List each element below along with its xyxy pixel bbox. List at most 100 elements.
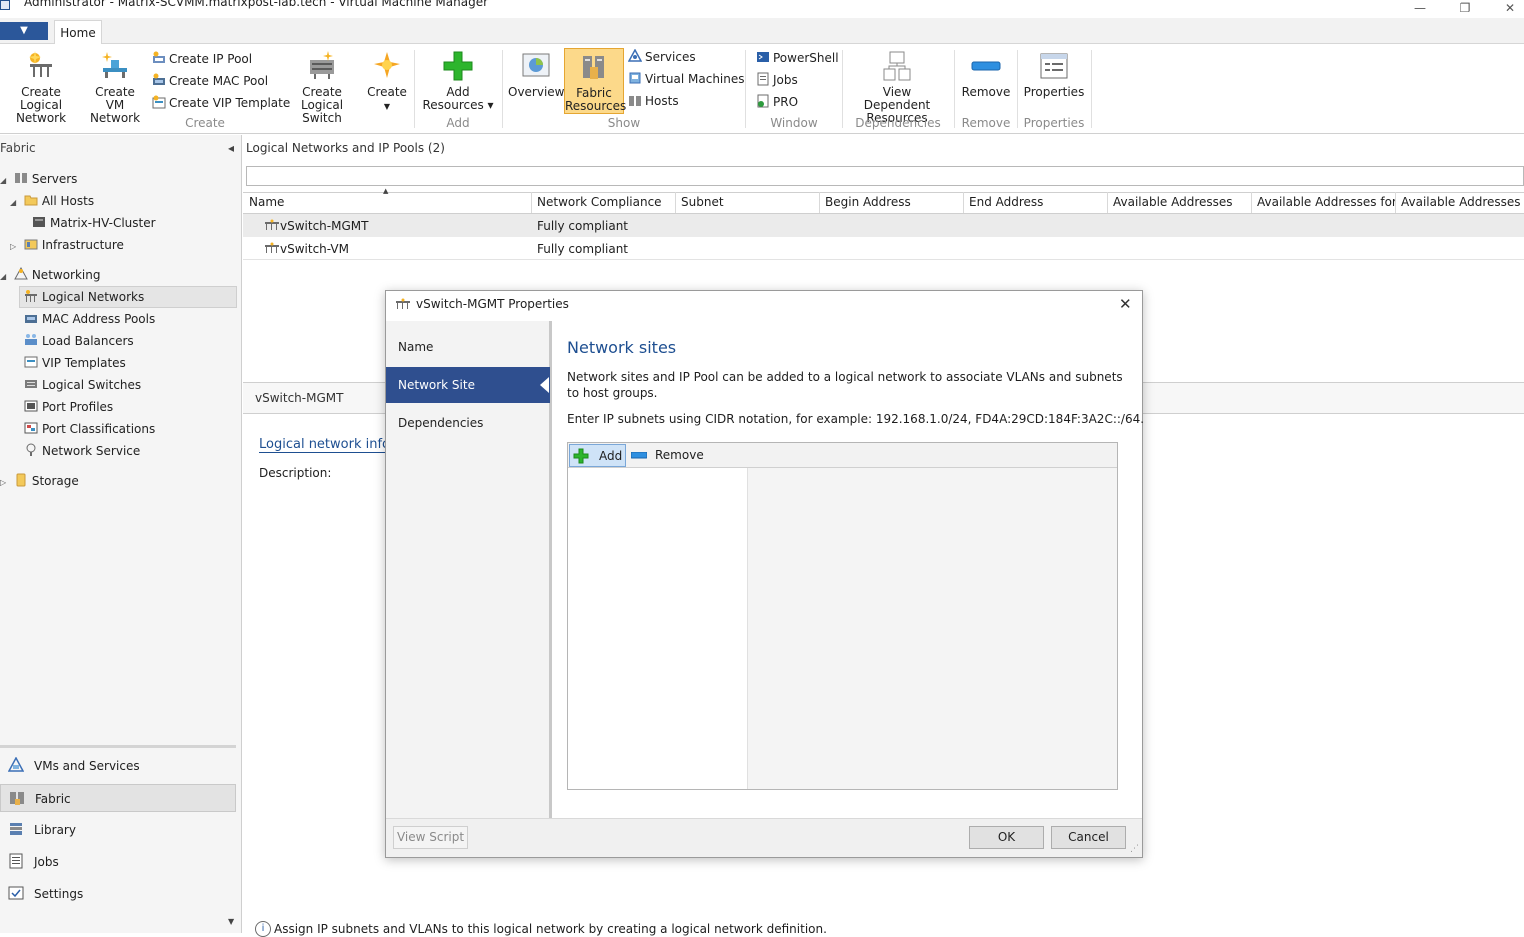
hosts-icon [629, 96, 641, 106]
dependencies-icon [883, 51, 911, 81]
show-services-button[interactable]: Services [628, 47, 696, 67]
fabric-resources-icon [583, 56, 604, 79]
remove-site-button[interactable]: Remove [628, 444, 708, 467]
tab-home[interactable]: Home [54, 20, 102, 45]
cancel-button[interactable]: Cancel [1051, 826, 1126, 849]
column-header-available-addresses-for[interactable]: Available Addresses for... [1252, 192, 1396, 213]
add-site-button[interactable]: Add [569, 444, 626, 467]
column-header-subnet[interactable]: Subnet [676, 192, 820, 213]
column-header-begin-address[interactable]: Begin Address [820, 192, 964, 213]
create-logical-switch-button[interactable]: Create Logical Switch [282, 50, 362, 125]
restore-button[interactable]: ❐ [1457, 1, 1473, 15]
vip-template-icon [24, 356, 38, 368]
ok-button[interactable]: OK [969, 826, 1044, 849]
create-mac-pool-label: Create MAC Pool [169, 74, 269, 88]
nav-jobs[interactable]: Jobs [0, 848, 236, 876]
tree-storage[interactable]: ▷ Storage [0, 470, 79, 492]
tree-networking[interactable]: ◢ Networking [0, 264, 101, 286]
column-header-available-addresses-for-2[interactable]: Available Addresses for [1396, 192, 1524, 213]
add-resources-button[interactable]: Add Resources ▾ [420, 50, 496, 112]
fabric-resources-label: Fabric Resources [565, 86, 627, 113]
tree-port-profiles-label: Port Profiles [42, 400, 114, 414]
tree-mac-pools[interactable]: MAC Address Pools [24, 308, 155, 330]
file-menu-button[interactable]: ▼ [0, 22, 48, 40]
tree-port-profiles[interactable]: Port Profiles [24, 396, 113, 418]
create-vip-template-button[interactable]: Create VIP Template [152, 93, 290, 113]
overview-button[interactable]: Overview [508, 50, 565, 99]
create-dropdown-button[interactable]: Create ▼ [364, 50, 410, 113]
tree-load-balancers[interactable]: Load Balancers [24, 330, 134, 352]
view-script-button[interactable]: View Script [393, 826, 468, 849]
section-heading: Network sites [567, 338, 677, 357]
virtual-machines-icon [629, 72, 641, 84]
tree-network-service[interactable]: Network Service [24, 440, 140, 462]
dialog-nav-name[interactable]: Name [386, 329, 552, 365]
column-header-name[interactable]: Name [244, 192, 532, 213]
ribbon-separator [745, 50, 746, 128]
show-hosts-button[interactable]: Hosts [628, 91, 679, 111]
pro-button[interactable]: PRO [756, 92, 798, 112]
tree-servers[interactable]: ◢ Servers [0, 168, 77, 190]
add-plus-icon [573, 448, 589, 464]
jobs-icon [9, 853, 23, 869]
create-ip-pool-button[interactable]: Create IP Pool [152, 49, 252, 69]
collapse-pane-button[interactable]: ◂ [228, 141, 234, 155]
create-logical-network-button[interactable]: Create Logical Network [2, 50, 80, 125]
nav-library[interactable]: Library [0, 816, 236, 844]
add-site-label: Add [599, 449, 623, 463]
tree-all-hosts[interactable]: ◢ All Hosts [10, 190, 94, 212]
tree-logical-switches[interactable]: Logical Switches [24, 374, 141, 396]
tree-cluster[interactable]: Matrix-HV-Cluster [32, 212, 156, 234]
dialog-nav-network-site[interactable]: Network Site [386, 367, 550, 403]
tree-logical-networks[interactable]: Logical Networks [24, 286, 144, 308]
dialog-title: vSwitch-MGMT Properties [416, 297, 569, 311]
tree-vip-templates[interactable]: VIP Templates [24, 352, 126, 374]
create-vm-network-button[interactable]: Create VM Network [84, 50, 146, 125]
logical-network-icon [29, 51, 52, 77]
tree-load-balancers-label: Load Balancers [42, 334, 134, 348]
show-virtual-machines-button[interactable]: Virtual Machines [628, 69, 745, 89]
pane-splitter[interactable] [0, 745, 236, 748]
folder-icon [24, 195, 38, 206]
minimize-button[interactable]: — [1412, 1, 1428, 15]
view-dependent-resources-button[interactable]: View Dependent Resources [848, 50, 946, 125]
jobs-button[interactable]: Jobs [756, 70, 798, 90]
logical-switch-icon [310, 51, 334, 79]
hosts-label: Hosts [645, 94, 679, 108]
resize-grip-icon[interactable]: ⋰ [1130, 844, 1139, 854]
overview-label: Overview [508, 85, 565, 99]
title-bar: Administrator - Matrix-SCVMM.matrixpost-… [0, 0, 1524, 18]
nav-vms-and-services[interactable]: VMs and Services [0, 752, 236, 780]
nav-settings[interactable]: Settings [0, 880, 236, 908]
close-window-button[interactable]: ✕ [1502, 1, 1518, 15]
tree-infrastructure[interactable]: ▷ Infrastructure [10, 234, 124, 256]
nav-fabric[interactable]: Fabric [0, 784, 236, 812]
dialog-close-button[interactable]: ✕ [1119, 295, 1132, 313]
ribbon-separator [842, 50, 843, 128]
powershell-button[interactable]: PowerShell [756, 48, 839, 68]
sites-list[interactable] [568, 468, 748, 789]
network-service-icon [26, 443, 36, 456]
section-description: Network sites and IP Pool can be added t… [567, 370, 1123, 400]
dialog-nav-dependencies[interactable]: Dependencies [386, 405, 552, 441]
logical-network-info-link[interactable]: Logical network inforr [259, 437, 389, 453]
search-input[interactable] [246, 166, 1524, 186]
scroll-down-icon[interactable]: ▼ [228, 917, 234, 926]
tree-port-classifications[interactable]: Port Classifications [24, 418, 155, 440]
properties-button[interactable]: Properties [1022, 50, 1086, 99]
table-row-name-cell: vSwitch-MGMT [264, 215, 368, 237]
description-label: Description: [259, 466, 332, 480]
ribbon-tabs: ▼ Home [0, 18, 1524, 45]
table-row[interactable] [243, 237, 1524, 260]
table-row-name-cell: vSwitch-VM [264, 238, 349, 260]
column-header-compliance[interactable]: Network Compliance [532, 192, 676, 213]
collapsed-icon: ▷ [0, 478, 7, 487]
remove-button[interactable]: Remove [960, 50, 1012, 99]
fabric-resources-button[interactable]: Fabric Resources [564, 48, 627, 114]
table-row[interactable] [243, 214, 1524, 237]
add-plus-icon [443, 51, 473, 81]
create-mac-pool-button[interactable]: Create MAC Pool [152, 71, 268, 91]
column-header-available-addresses[interactable]: Available Addresses [1108, 192, 1252, 213]
column-header-end-address[interactable]: End Address [964, 192, 1108, 213]
tree-port-classifications-label: Port Classifications [42, 422, 156, 436]
